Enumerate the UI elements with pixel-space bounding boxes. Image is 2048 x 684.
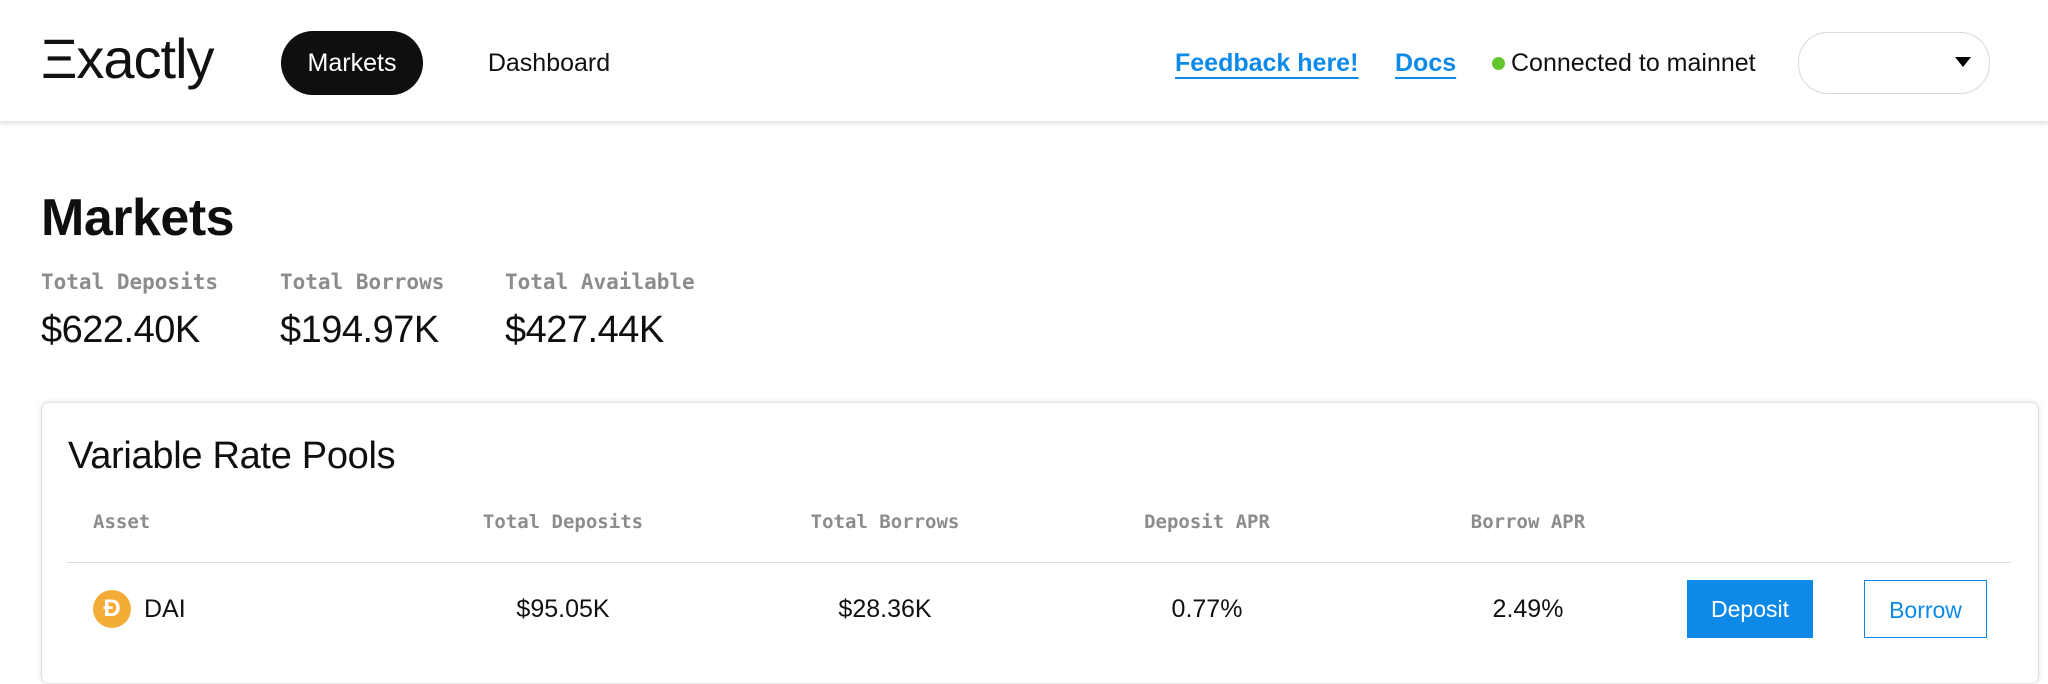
stat-label: Total Available [505, 270, 695, 294]
network-status-text: Connected to mainnet [1511, 49, 1756, 77]
top-header: Ξxactly Markets Dashboard Feedback here!… [0, 0, 2048, 122]
column-header-deposit-apr: Deposit APR [1144, 511, 1270, 533]
connected-dot-icon [1492, 56, 1505, 70]
network-status: Connected to mainnet [1492, 46, 1756, 80]
asset-name: DAI [144, 595, 186, 623]
nav-markets[interactable]: Markets [281, 31, 423, 95]
variable-rate-pools-card: Variable Rate Pools Asset Total Deposits… [41, 402, 2039, 684]
pools-title: Variable Rate Pools [68, 435, 396, 477]
stat-value: $427.44K [505, 309, 664, 351]
caret-down-icon [1955, 57, 1971, 67]
feedback-link[interactable]: Feedback here! [1175, 46, 1358, 80]
stat-label: Total Borrows [280, 270, 445, 294]
stat-value: $194.97K [280, 309, 439, 351]
exactly-logo[interactable]: Ξxactly [41, 28, 215, 90]
column-header-asset: Asset [93, 511, 151, 533]
borrow-button[interactable]: Borrow [1864, 580, 1987, 638]
table-row: Đ DAI $95.05K $28.36K 0.77% 2.49% Deposi… [67, 563, 2011, 653]
borrow-apr-cell: 2.49% [1492, 595, 1564, 623]
stat-total-borrows: Total Borrows $194.97K [280, 268, 444, 352]
wallet-dropdown[interactable] [1798, 32, 1990, 94]
total-borrows-cell: $28.36K [838, 595, 932, 623]
column-header-borrow-apr: Borrow APR [1470, 511, 1586, 533]
stat-total-available: Total Available $427.44K [505, 268, 695, 352]
column-header-total-borrows: Total Borrows [810, 511, 960, 533]
page-title: Markets [41, 189, 235, 247]
nav-dashboard[interactable]: Dashboard [470, 31, 628, 95]
deposit-button[interactable]: Deposit [1687, 580, 1813, 638]
deposit-apr-cell: 0.77% [1171, 595, 1243, 623]
dai-icon: Đ [93, 590, 131, 628]
stat-label: Total Deposits [41, 270, 219, 294]
total-deposits-cell: $95.05K [516, 595, 610, 623]
stat-total-deposits: Total Deposits $622.40K [41, 268, 218, 352]
column-header-total-deposits: Total Deposits [482, 511, 644, 533]
stat-value: $622.40K [41, 309, 200, 351]
docs-link[interactable]: Docs [1395, 46, 1456, 80]
